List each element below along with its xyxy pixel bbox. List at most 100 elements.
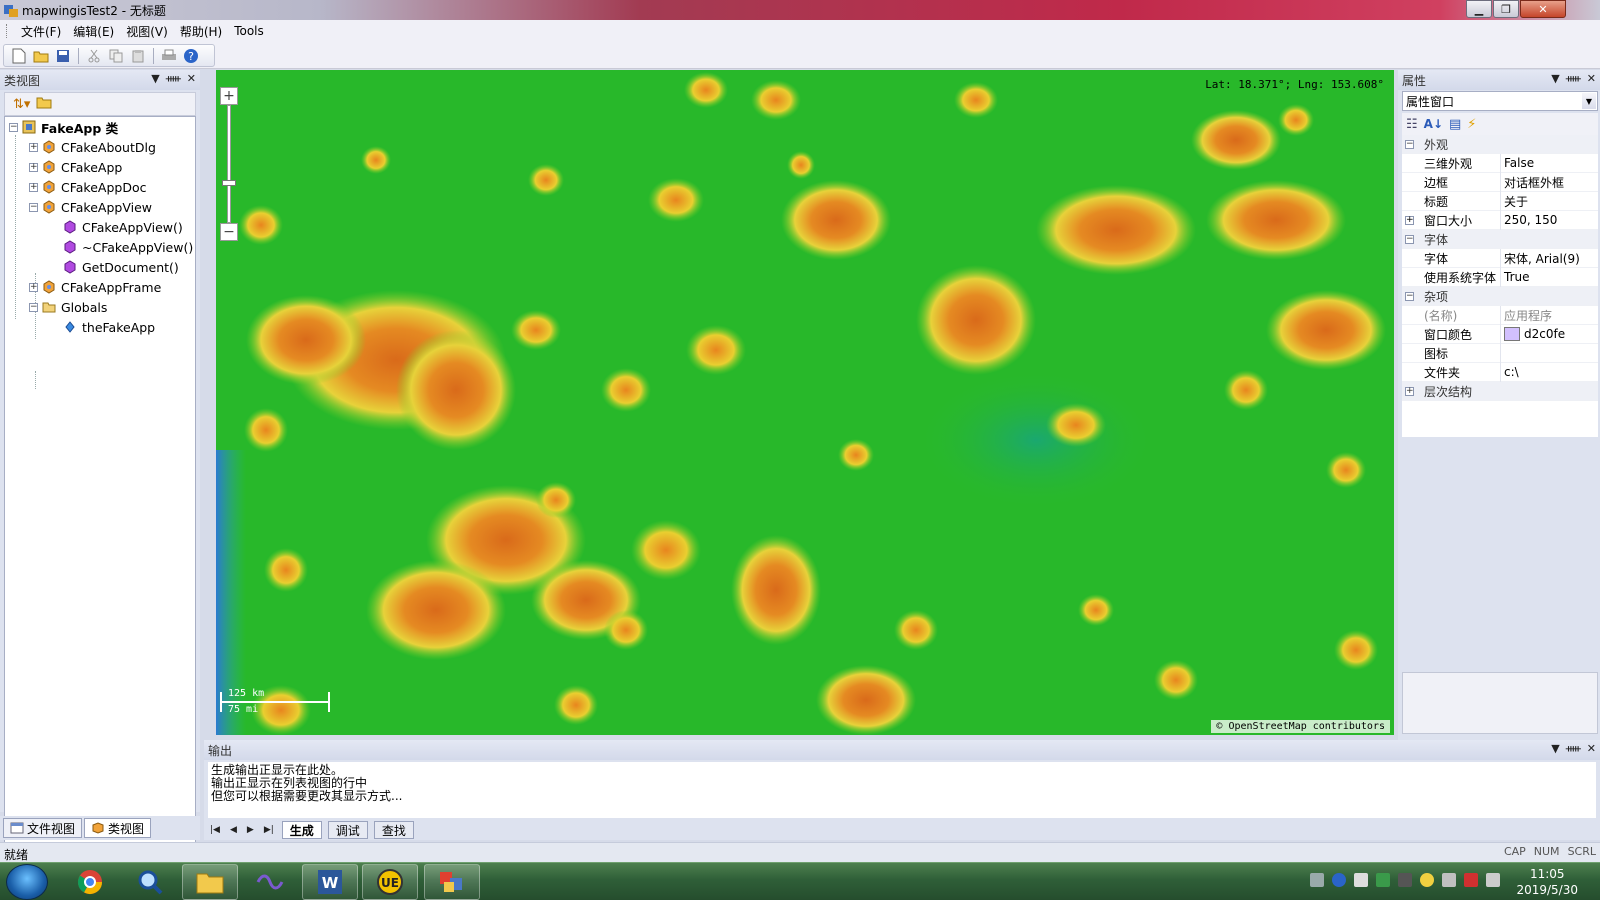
property-row[interactable]: (名称) 应用程序 [1402, 306, 1598, 325]
help-icon[interactable]: ? [182, 47, 200, 65]
zoom-slider-track[interactable] [222, 105, 236, 223]
property-row[interactable]: 字体 宋体, Arial(9) [1402, 249, 1598, 268]
property-value[interactable]: 关于 [1504, 193, 1528, 210]
pane-close-icon[interactable]: ✕ [1587, 742, 1596, 755]
volume-icon[interactable] [1486, 873, 1500, 887]
events-icon[interactable]: ⚡ [1467, 117, 1476, 132]
menu-view[interactable]: 视图(V) [120, 21, 174, 42]
save-icon[interactable] [54, 47, 72, 65]
property-value[interactable]: c:\ [1504, 365, 1519, 379]
property-row[interactable]: 使用系统字体 True [1402, 268, 1598, 287]
next-tab-icon[interactable]: ▶ [245, 825, 256, 835]
new-folder-icon[interactable] [36, 96, 52, 112]
property-row[interactable]: 图标 [1402, 344, 1598, 363]
property-row[interactable]: 文件夹 c:\ [1402, 363, 1598, 382]
new-file-icon[interactable] [10, 47, 28, 65]
expand-icon[interactable]: + [1405, 216, 1414, 225]
paste-icon[interactable] [129, 47, 147, 65]
zoom-slider-handle[interactable] [222, 180, 236, 186]
property-value[interactable]: d2c0fe [1504, 327, 1565, 341]
zoom-out-button[interactable]: − [220, 223, 238, 241]
property-row[interactable]: 窗口颜色 d2c0fe [1402, 325, 1598, 344]
output-text[interactable]: 生成输出正显示在此处。 输出正显示在列表视图的行中 但您可以根据需要更改其显示方… [208, 762, 1596, 818]
tree-node-class[interactable]: + CFakeAppDoc [29, 177, 146, 197]
pin-icon[interactable]: ᚔ [1566, 742, 1581, 755]
collapse-icon[interactable]: − [9, 122, 18, 132]
tree-node-method[interactable]: CFakeAppView() [63, 217, 183, 237]
word-icon[interactable]: W [302, 864, 358, 900]
clock[interactable]: 11:05 2019/5/30 [1516, 866, 1578, 898]
tree-node-class[interactable]: + CFakeApp [29, 157, 122, 177]
maximize-button[interactable]: ❐ [1493, 0, 1519, 18]
menu-file[interactable]: 文件(F) [15, 21, 67, 42]
keyboard-icon[interactable] [1310, 873, 1324, 887]
tree-node-variable[interactable]: theFakeApp [63, 317, 155, 337]
property-category[interactable]: − 字体 [1402, 230, 1598, 249]
open-folder-icon[interactable] [32, 47, 50, 65]
expand-icon[interactable]: + [29, 182, 38, 192]
property-row[interactable]: 三维外观 False [1402, 154, 1598, 173]
property-row[interactable]: 边框 对话框外框 [1402, 173, 1598, 192]
property-row[interactable]: + 窗口大小 250, 150 [1402, 211, 1598, 230]
tab-find[interactable]: 查找 [373, 821, 414, 839]
object-selector[interactable]: 属性窗口 ▼ [1402, 91, 1598, 111]
pane-menu-icon[interactable]: ▼ [1551, 72, 1559, 85]
zoom-in-button[interactable]: + [220, 87, 238, 105]
tab-build[interactable]: 生成 [281, 821, 322, 839]
pin-icon[interactable]: ᚔ [1566, 72, 1581, 85]
last-tab-icon[interactable]: ▶| [262, 825, 276, 835]
chrome-icon[interactable] [62, 864, 118, 900]
pane-menu-icon[interactable]: ▼ [151, 72, 159, 85]
pane-close-icon[interactable]: ✕ [187, 72, 196, 85]
explorer-icon[interactable] [182, 864, 238, 900]
expand-icon[interactable]: + [29, 142, 38, 152]
expand-icon[interactable]: + [1405, 387, 1414, 396]
class-tree[interactable]: − FakeApp 类 + CFakeAboutDlg + CFakeApp +… [4, 116, 196, 886]
tree-node-class[interactable]: + CFakeAppFrame [29, 277, 161, 297]
collapse-icon[interactable]: − [1405, 235, 1414, 244]
map-view[interactable]: + − Lat: 18.371°; Lng: 153.608° 125 km 7… [216, 70, 1394, 735]
expand-icon[interactable]: + [29, 162, 38, 172]
property-category[interactable]: − 杂项 [1402, 287, 1598, 306]
property-value[interactable]: 宋体, Arial(9) [1504, 250, 1580, 267]
collapse-icon[interactable]: − [1405, 140, 1414, 149]
collapse-icon[interactable]: − [29, 302, 38, 312]
tree-node-class[interactable]: − CFakeAppView [29, 197, 152, 217]
property-value[interactable]: 对话框外框 [1504, 174, 1564, 191]
cut-icon[interactable] [85, 47, 103, 65]
property-pages-icon[interactable]: ▤ [1449, 117, 1461, 132]
display-icon[interactable] [1398, 873, 1412, 887]
menu-grip[interactable] [6, 24, 9, 38]
print-icon[interactable] [160, 47, 178, 65]
pane-menu-icon[interactable]: ▼ [1551, 742, 1559, 755]
sort-icon[interactable]: ⇅▾ [13, 97, 30, 112]
magnifier-icon[interactable] [122, 864, 178, 900]
network-icon[interactable] [1442, 873, 1456, 887]
minimize-button[interactable]: ▁ [1466, 0, 1492, 18]
menu-edit[interactable]: 编辑(E) [67, 21, 120, 42]
tab-debug[interactable]: 调试 [327, 821, 368, 839]
menu-help[interactable]: 帮助(H) [174, 21, 228, 42]
expand-icon[interactable]: + [29, 282, 38, 292]
mfc-icon[interactable] [424, 864, 480, 900]
property-category[interactable]: − 外观 [1402, 135, 1598, 154]
flag-icon[interactable] [1464, 873, 1478, 887]
help-tray-icon[interactable] [1332, 873, 1346, 887]
close-button[interactable]: ✕ [1520, 0, 1566, 18]
tree-node-class[interactable]: + CFakeAboutDlg [29, 137, 156, 157]
tray-arrow-icon[interactable] [1354, 873, 1368, 887]
start-button[interactable] [6, 864, 48, 900]
weather-icon[interactable] [1420, 873, 1434, 887]
categorized-icon[interactable]: ☷ [1406, 117, 1418, 132]
ultraedit-icon[interactable]: UE [362, 864, 418, 900]
tree-node-method[interactable]: ~CFakeAppView() [63, 237, 193, 257]
tree-node-method[interactable]: GetDocument() [63, 257, 179, 277]
tree-node-root[interactable]: − FakeApp 类 [9, 117, 118, 137]
color-swatch[interactable] [1504, 327, 1520, 341]
alphabetical-icon[interactable]: A↓ [1424, 117, 1443, 131]
property-value[interactable]: 250, 150 [1504, 213, 1557, 227]
menu-tools[interactable]: Tools [228, 22, 270, 40]
pin-icon[interactable]: ᚔ [166, 72, 181, 85]
property-value[interactable]: True [1504, 270, 1530, 284]
copy-icon[interactable] [107, 47, 125, 65]
